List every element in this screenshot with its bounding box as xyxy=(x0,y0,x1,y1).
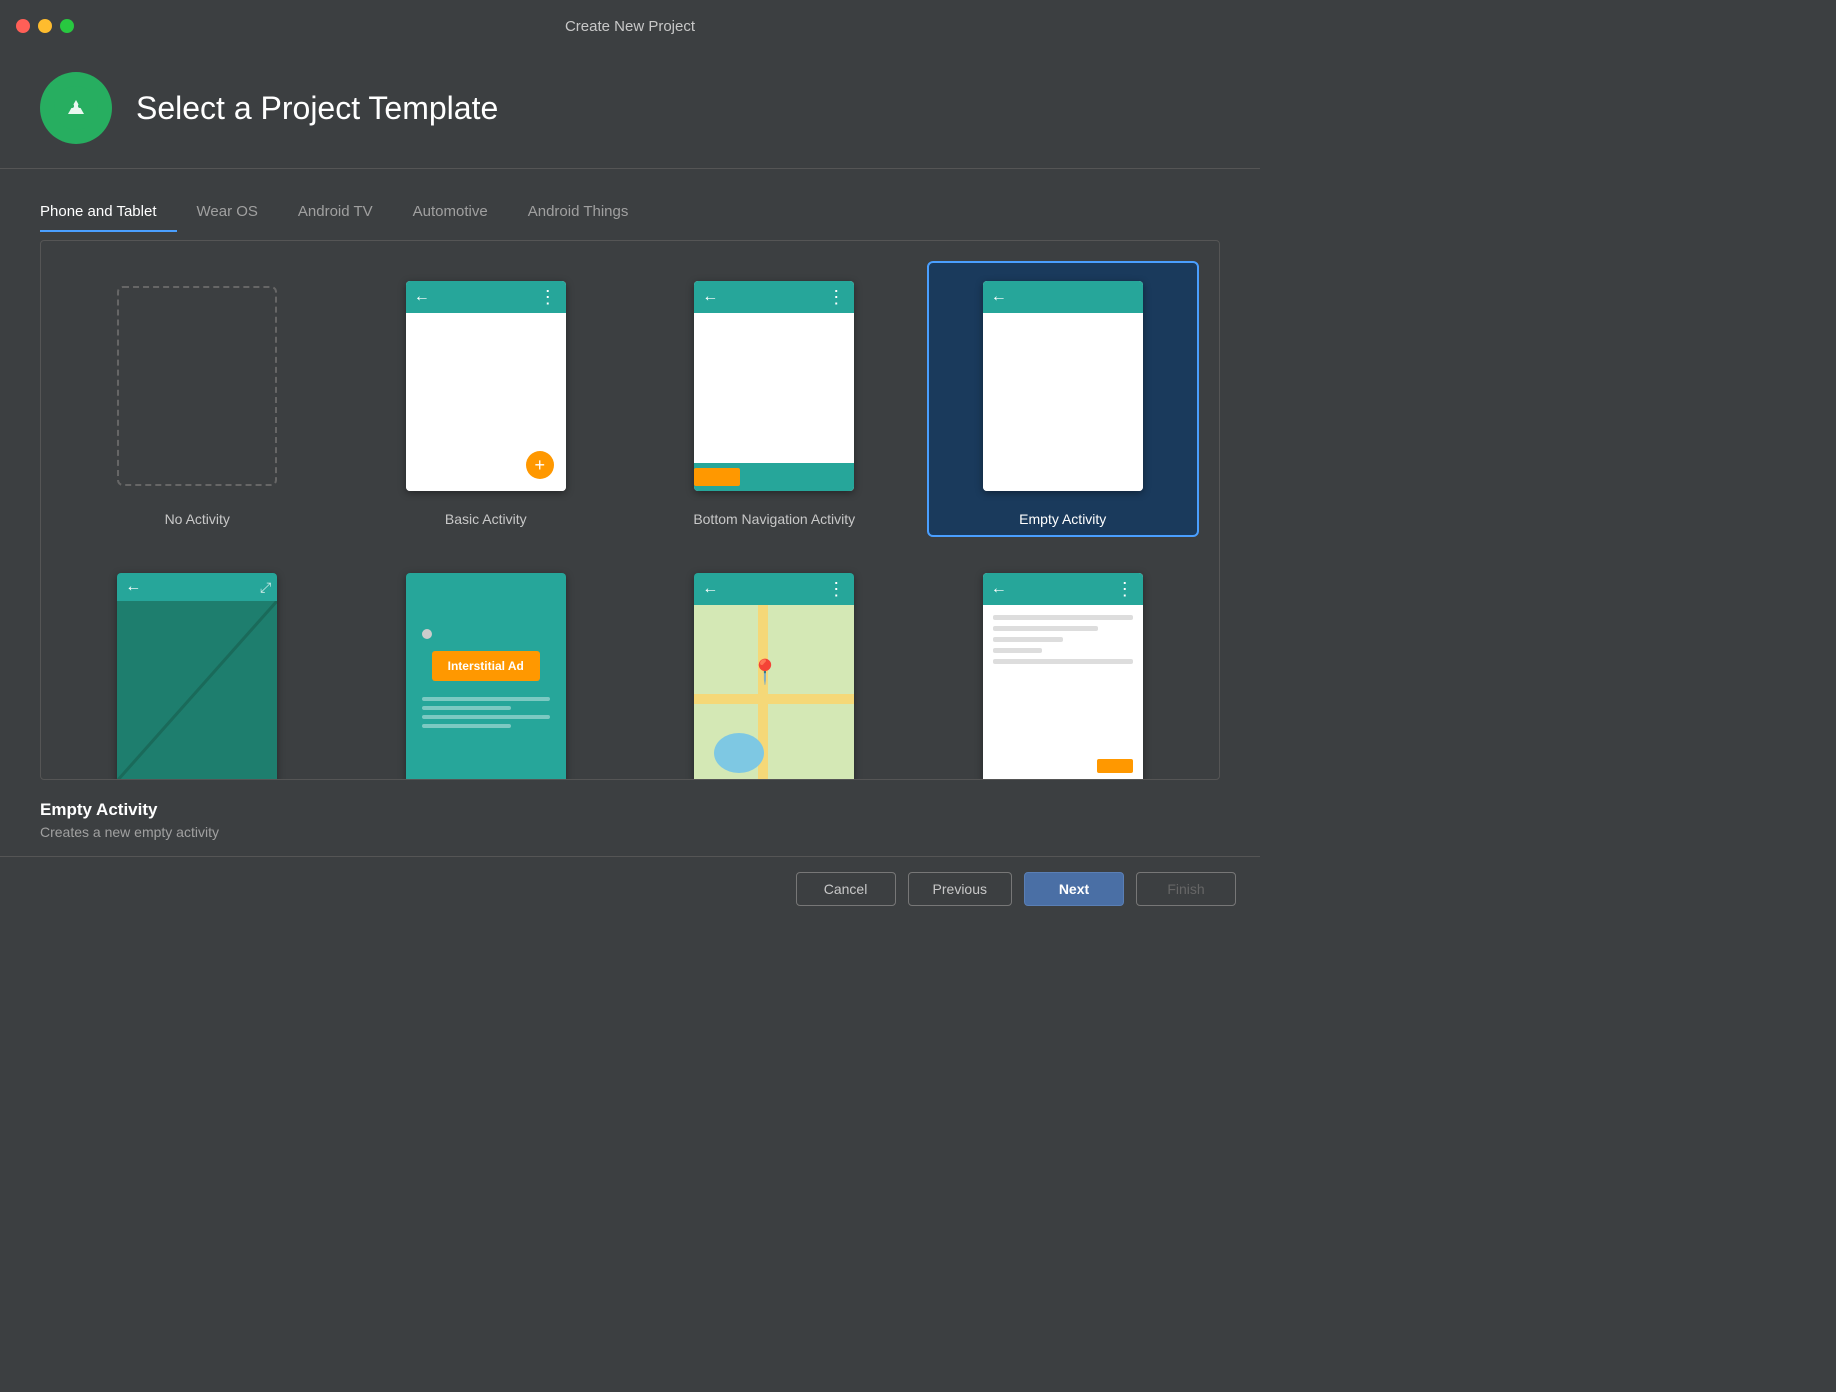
bottom-nav-mockup: ← ⋮ xyxy=(694,281,854,491)
interstitial-line-3 xyxy=(422,715,550,719)
template-no-activity[interactable]: No Activity xyxy=(61,261,334,537)
android-logo xyxy=(40,72,112,144)
template-bottom-nav[interactable]: ← ⋮ Bottom Navigation Activity xyxy=(638,261,911,537)
nav-item-2 xyxy=(760,469,797,485)
template-interstitial-ad[interactable]: Interstitial Ad Interstitial Ad xyxy=(350,553,623,780)
overflow-menu-icon-5: ⋮ xyxy=(827,579,846,600)
template-preview-maps: ← ⋮ 📍 xyxy=(684,563,864,780)
template-preview-basic-activity: ← ⋮ + xyxy=(396,271,576,501)
bottom-nav-body xyxy=(694,313,854,463)
template-basic-activity[interactable]: ← ⋮ + Basic Activity xyxy=(350,261,623,537)
template-fullscreen[interactable]: ← ⤢ Fullscreen Activity xyxy=(61,553,334,780)
back-arrow-icon-3: ← xyxy=(991,289,1007,305)
maps-toolbar: ← ⋮ xyxy=(694,573,854,605)
template-grid: No Activity ← ⋮ + Basic Activity xyxy=(61,261,1199,780)
tab-android-things[interactable]: Android Things xyxy=(508,193,649,232)
maximize-button[interactable] xyxy=(60,19,74,33)
template-preview-bottom-nav: ← ⋮ xyxy=(684,271,864,501)
scroll-line-5 xyxy=(993,659,1133,664)
minimize-button[interactable] xyxy=(38,19,52,33)
selected-template-title: Empty Activity xyxy=(40,800,1220,820)
scrolling-body xyxy=(983,605,1143,759)
next-button[interactable]: Next xyxy=(1024,872,1124,906)
cancel-button[interactable]: Cancel xyxy=(796,872,896,906)
fullscreen-toolbar: ← ⤢ xyxy=(117,573,277,601)
back-arrow-icon-5: ← xyxy=(702,581,718,597)
interstitial-line-4 xyxy=(422,724,512,728)
map-pin-icon: 📍 xyxy=(750,658,780,687)
template-google-maps[interactable]: ← ⋮ 📍 Google Maps Activity xyxy=(638,553,911,780)
template-empty-activity[interactable]: ← Empty Activity xyxy=(927,261,1200,537)
template-label-bottom-nav: Bottom Navigation Activity xyxy=(693,511,855,527)
scrolling-fab xyxy=(1097,759,1133,773)
interstitial-lines xyxy=(422,697,550,728)
nav-item-3 xyxy=(817,469,854,485)
selected-template-description: Creates a new empty activity xyxy=(40,824,1220,840)
empty-activity-mockup: ← xyxy=(983,281,1143,491)
nav-active-item xyxy=(694,468,740,486)
scrolling-toolbar: ← ⋮ xyxy=(983,573,1143,605)
interstitial-dot xyxy=(422,629,432,639)
map-water xyxy=(714,733,764,773)
diagonal-line-svg xyxy=(117,601,277,780)
template-label-empty-activity: Empty Activity xyxy=(1019,511,1106,527)
expand-icon: ⤢ xyxy=(260,579,271,596)
interstitial-line-1 xyxy=(422,697,550,701)
fullscreen-body xyxy=(117,601,277,780)
fullscreen-mockup: ← ⤢ xyxy=(117,573,277,780)
tab-automotive[interactable]: Automotive xyxy=(393,193,508,232)
scroll-line-1 xyxy=(993,615,1133,620)
empty-activity-body xyxy=(983,313,1143,491)
title-bar: Create New Project xyxy=(0,0,1260,52)
main-content: Phone and Tablet Wear OS Android TV Auto… xyxy=(0,169,1260,856)
interstitial-mockup: Interstitial Ad xyxy=(406,573,566,780)
basic-activity-body: + xyxy=(406,313,566,491)
maps-body: 📍 xyxy=(694,605,854,780)
previous-button[interactable]: Previous xyxy=(908,872,1012,906)
window-title: Create New Project xyxy=(565,18,695,35)
interstitial-line-2 xyxy=(422,706,512,710)
template-preview-scrolling: ← ⋮ xyxy=(973,563,1153,780)
template-container: No Activity ← ⋮ + Basic Activity xyxy=(40,240,1220,780)
header-section: Select a Project Template xyxy=(0,52,1260,168)
template-preview-empty-activity: ← xyxy=(973,271,1153,501)
tab-wear-os[interactable]: Wear OS xyxy=(177,193,278,232)
interstitial-ad-label: Interstitial Ad xyxy=(432,651,540,681)
template-label-no-activity: No Activity xyxy=(165,511,230,527)
template-preview-interstitial: Interstitial Ad xyxy=(396,563,576,780)
footer: Cancel Previous Next Finish xyxy=(0,856,1260,920)
template-preview-no-activity xyxy=(107,271,287,501)
template-preview-fullscreen: ← ⤢ xyxy=(107,563,287,780)
empty-activity-toolbar: ← xyxy=(983,281,1143,313)
description-section: Empty Activity Creates a new empty activ… xyxy=(40,792,1220,856)
scroll-line-2 xyxy=(993,626,1098,631)
overflow-menu-icon-2: ⋮ xyxy=(827,287,846,308)
tab-phone-tablet[interactable]: Phone and Tablet xyxy=(40,193,177,232)
template-scrolling[interactable]: ← ⋮ Scrolling Activity xyxy=(927,553,1200,780)
back-arrow-icon-6: ← xyxy=(991,581,1007,597)
finish-button[interactable]: Finish xyxy=(1136,872,1236,906)
scroll-line-4 xyxy=(993,648,1042,653)
fab-icon: + xyxy=(526,451,554,479)
close-button[interactable] xyxy=(16,19,30,33)
bottom-nav-toolbar: ← ⋮ xyxy=(694,281,854,313)
maps-mockup: ← ⋮ 📍 xyxy=(694,573,854,780)
map-road-h xyxy=(694,694,854,704)
back-arrow-icon: ← xyxy=(414,289,430,305)
back-arrow-icon-2: ← xyxy=(702,289,718,305)
window-controls xyxy=(16,19,74,33)
scroll-line-3 xyxy=(993,637,1063,642)
back-arrow-icon-4: ← xyxy=(125,578,141,596)
page-title: Select a Project Template xyxy=(136,90,498,127)
overflow-menu-icon: ⋮ xyxy=(539,287,558,308)
no-activity-icon xyxy=(117,286,277,486)
scrolling-mockup: ← ⋮ xyxy=(983,573,1143,780)
bottom-nav-bar xyxy=(694,463,854,491)
template-label-basic-activity: Basic Activity xyxy=(445,511,527,527)
tab-bar: Phone and Tablet Wear OS Android TV Auto… xyxy=(40,193,1220,232)
tab-android-tv[interactable]: Android TV xyxy=(278,193,393,232)
basic-activity-toolbar: ← ⋮ xyxy=(406,281,566,313)
basic-activity-mockup: ← ⋮ + xyxy=(406,281,566,491)
overflow-menu-icon-6: ⋮ xyxy=(1116,579,1135,600)
